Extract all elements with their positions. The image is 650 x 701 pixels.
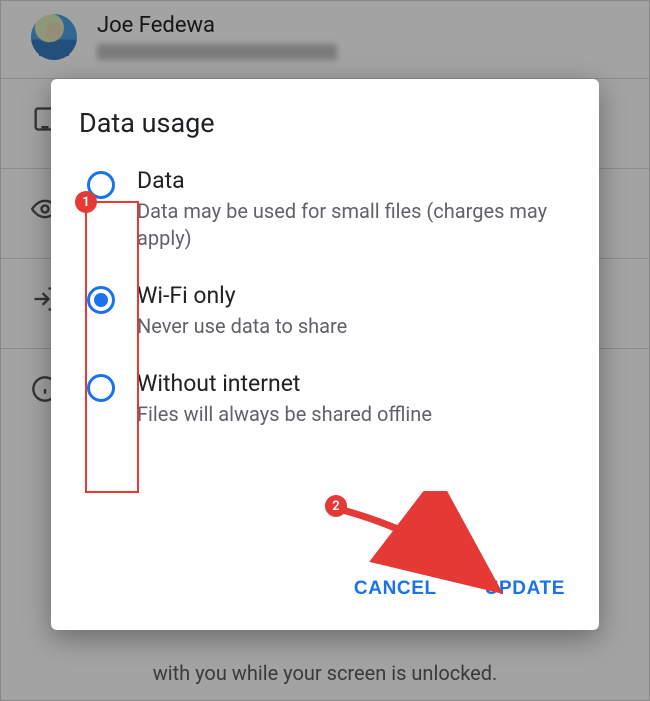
option-label: Wi-Fi only	[137, 282, 347, 309]
option-without-internet[interactable]: Without internet Files will always be sh…	[87, 370, 571, 428]
radio-without-internet[interactable]	[87, 374, 115, 402]
options-group: Data Data may be used for small files (c…	[79, 167, 571, 428]
cancel-button[interactable]: CANCEL	[348, 568, 443, 610]
data-usage-dialog: Data usage Data Data may be used for sma…	[51, 79, 599, 630]
option-description: Files will always be shared offline	[137, 401, 432, 428]
update-button[interactable]: UPDATE	[479, 568, 571, 610]
dialog-actions: CANCEL UPDATE	[79, 554, 571, 610]
option-label: Data	[137, 167, 571, 194]
radio-wifi-only[interactable]	[87, 286, 115, 314]
option-data[interactable]: Data Data may be used for small files (c…	[87, 167, 571, 252]
option-wifi-only[interactable]: Wi-Fi only Never use data to share	[87, 282, 571, 340]
dialog-title: Data usage	[79, 107, 571, 139]
option-description: Never use data to share	[137, 313, 347, 340]
option-description: Data may be used for small files (charge…	[137, 198, 571, 252]
option-label: Without internet	[137, 370, 432, 397]
radio-data[interactable]	[87, 171, 115, 199]
